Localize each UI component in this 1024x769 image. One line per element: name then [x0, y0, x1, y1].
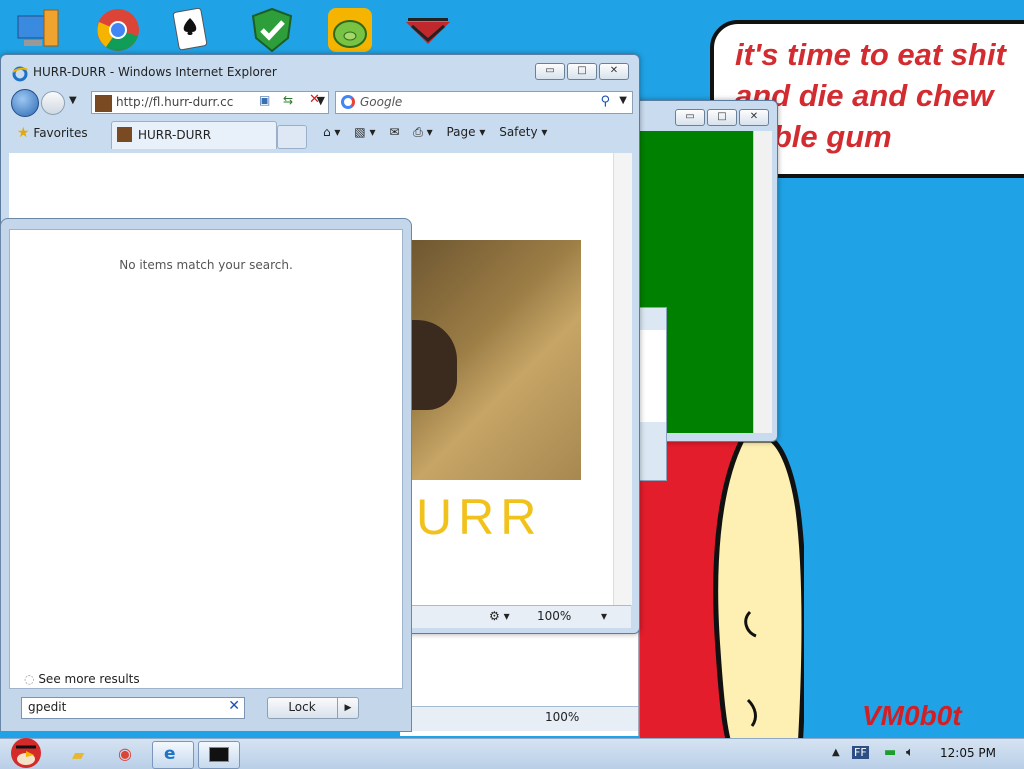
compat-view-icon[interactable]: ▣: [259, 93, 270, 107]
refresh-icon[interactable]: ⇆: [283, 93, 293, 107]
solitaire-icon[interactable]: [168, 6, 216, 54]
underlying-status-bar: 100%: [400, 706, 638, 731]
scrollbar[interactable]: [753, 131, 772, 433]
minimize-button[interactable]: ▭: [535, 63, 565, 80]
computer-icon[interactable]: [14, 6, 62, 54]
home-icon[interactable]: ⌂ ▾: [323, 125, 340, 139]
command-bar: ⌂ ▾ ▧ ▾ ✉ ⎙ ▾ Page ▾ Safety ▾: [323, 125, 557, 140]
stop-icon[interactable]: ✕: [309, 92, 320, 107]
see-more-results-link[interactable]: ◌ See more results: [24, 672, 140, 686]
search-dropdown-icon[interactable]: ▼: [619, 95, 627, 106]
protected-mode-icon[interactable]: ⚙ ▾: [489, 609, 510, 623]
show-hidden-icons-icon[interactable]: ▲: [832, 747, 840, 758]
volume-icon[interactable]: 🔈︎: [906, 745, 914, 760]
google-icon: [341, 95, 355, 109]
star-icon: ★: [17, 125, 30, 141]
search-box[interactable]: Google ⚲ ▼: [335, 91, 633, 114]
search-icon[interactable]: ⚲: [600, 94, 610, 109]
security-shield-icon[interactable]: [248, 6, 296, 54]
history-dropdown-icon[interactable]: ▼: [69, 95, 77, 106]
chrome-icon: ◉: [118, 744, 132, 763]
taskbar: ▰ ◉ e ▲ FF ▬ 🔈︎ 12:05 PM: [0, 738, 1024, 769]
taskbar-chrome-button[interactable]: ◉: [106, 741, 146, 767]
start-search-input[interactable]: gpedit ✕: [21, 697, 245, 719]
lock-button[interactable]: Lock ▶: [267, 697, 359, 719]
close-button[interactable]: ✕: [739, 109, 769, 126]
back-button[interactable]: [11, 89, 39, 117]
network-icon[interactable]: ▬: [884, 745, 896, 760]
start-button-angry-bird-icon[interactable]: [6, 731, 46, 769]
drawn-figure: [713, 437, 804, 738]
address-bar[interactable]: http://fl.hurr-durr.cc ▼: [91, 91, 329, 114]
print-icon[interactable]: ⎙ ▾: [413, 125, 432, 139]
mail-icon[interactable]: ✉: [389, 125, 399, 139]
scrollbar[interactable]: [613, 153, 632, 605]
tab-label: HURR-DURR: [138, 128, 212, 142]
cmd-icon: [209, 747, 229, 762]
ie-icon: e: [164, 744, 176, 764]
no-items-message: No items match your search.: [119, 258, 293, 272]
cat-shape: [409, 320, 457, 410]
keyboard-language-icon[interactable]: FF: [852, 746, 869, 759]
taskbar-ie-button[interactable]: e: [152, 741, 194, 769]
window-title: HURR-DURR - Windows Internet Explorer: [33, 65, 277, 79]
spinner-icon: ◌: [24, 672, 35, 686]
page-menu[interactable]: Page ▾: [446, 125, 485, 139]
urr-text: URR: [416, 489, 543, 545]
favorites-label: Favorites: [33, 126, 88, 140]
zoom-level[interactable]: 100%: [537, 609, 571, 623]
start-menu: No items match your search. ◌ See more r…: [0, 218, 412, 732]
search-value[interactable]: gpedit: [28, 700, 66, 714]
speech-text: it's time to eat shit and die and chew b…: [735, 37, 1006, 154]
tab-hurr-durr[interactable]: HURR-DURR: [111, 121, 277, 149]
see-more-label: See more results: [38, 672, 140, 686]
folder-icon: ▰: [72, 745, 85, 764]
v-logo-icon[interactable]: [404, 6, 452, 54]
dialog-body: [636, 330, 666, 422]
address-url[interactable]: http://fl.hurr-durr.cc: [116, 95, 233, 109]
signature: VM0b0t: [862, 700, 962, 731]
search-results-pane: No items match your search. ◌ See more r…: [9, 229, 403, 689]
search-placeholder[interactable]: Google: [360, 95, 402, 109]
feeds-icon[interactable]: ▧ ▾: [354, 125, 375, 139]
chrome-icon[interactable]: [94, 6, 142, 54]
power-options-arrow-icon[interactable]: ▶: [337, 698, 358, 718]
safety-menu[interactable]: Safety ▾: [499, 125, 547, 139]
favorites-button[interactable]: ★ Favorites: [17, 125, 88, 141]
ie-logo-icon: [12, 66, 28, 82]
angry-birds-pig-icon[interactable]: [326, 6, 374, 54]
cat-photo: [409, 240, 581, 480]
new-tab-button[interactable]: [277, 125, 307, 149]
maximize-button[interactable]: □: [567, 63, 597, 80]
lock-label: Lock: [288, 700, 316, 714]
forward-button[interactable]: [41, 91, 65, 115]
clear-search-icon[interactable]: ✕: [228, 698, 240, 714]
tab-bar: ★ Favorites HURR-DURR ⌂ ▾ ▧ ▾ ✉ ⎙ ▾ Page…: [7, 119, 633, 149]
zoom-level[interactable]: 100%: [545, 710, 579, 724]
maximize-button[interactable]: □: [707, 109, 737, 126]
taskbar-explorer-button[interactable]: ▰: [60, 741, 100, 767]
close-button[interactable]: ✕: [599, 63, 629, 80]
tab-favicon-icon: [117, 127, 132, 142]
taskbar-clock[interactable]: 12:05 PM: [940, 746, 996, 760]
minimize-button[interactable]: ▭: [675, 109, 705, 126]
zoom-dropdown-icon[interactable]: ▾: [601, 609, 607, 623]
site-favicon-icon: [95, 95, 112, 112]
taskbar-cmd-button[interactable]: [198, 741, 240, 769]
